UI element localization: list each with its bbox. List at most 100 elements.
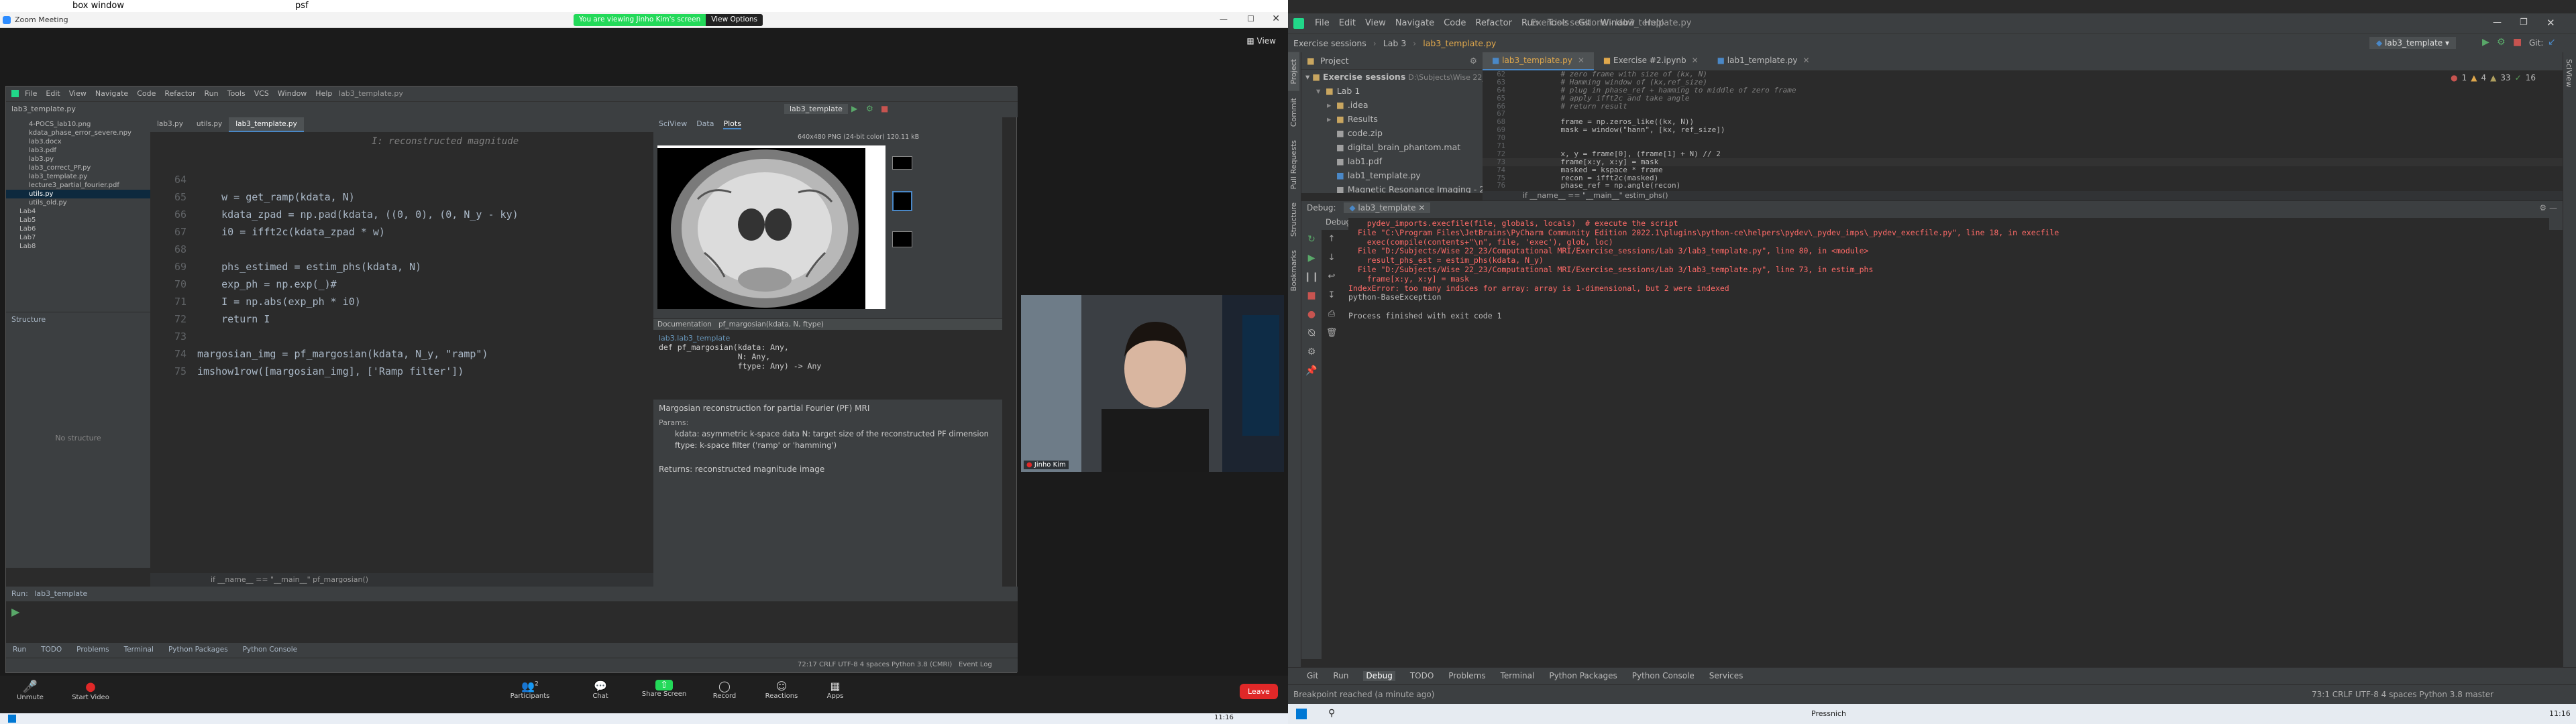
rerun-icon[interactable]: ↻: [1301, 230, 1322, 249]
shared-bottom-tab[interactable]: Python Console: [243, 646, 297, 655]
project-tree-item[interactable]: ■ lab1.pdf: [1305, 154, 1483, 168]
menu-file[interactable]: File: [1315, 18, 1330, 28]
reactions-button[interactable]: ☺ Reactions: [758, 680, 805, 700]
record-button[interactable]: ◯ Record: [708, 680, 741, 700]
shared-menu-refactor[interactable]: Refactor: [164, 89, 195, 98]
scroll-to-end-icon[interactable]: ↧: [1322, 286, 1342, 305]
settings-icon[interactable]: ⚙: [1301, 343, 1322, 361]
shared-tree-item[interactable]: lecture3_partial_fourier.pdf: [6, 181, 150, 190]
menu-code[interactable]: Code: [1444, 18, 1466, 28]
shared-tree-item[interactable]: lab3.py: [6, 155, 150, 164]
unmute-button[interactable]: 🎤 Unmute: [13, 680, 47, 701]
shared-bottom-tab[interactable]: TODO: [41, 646, 62, 655]
shared-tree-item[interactable]: kdata_phase_error_severe.npy: [6, 129, 150, 137]
shared-tree-item[interactable]: Lab6: [6, 225, 150, 233]
breadcrumb-item[interactable]: lab3_template.py: [1423, 38, 1496, 48]
shared-menu-file[interactable]: File: [25, 89, 37, 98]
debug-icon[interactable]: ⚙: [2497, 37, 2506, 48]
windows-start-icon[interactable]: [8, 715, 16, 723]
shared-menu-view[interactable]: View: [69, 89, 87, 98]
thumb-1[interactable]: [892, 156, 912, 170]
participants-button[interactable]: 👥2 Participants: [503, 680, 557, 700]
git-update-icon[interactable]: ↙: [2548, 37, 2556, 48]
shared-tree-item[interactable]: lab3.pdf: [6, 146, 150, 155]
view-breakpoints-icon[interactable]: ●: [1301, 305, 1322, 324]
shared-menu-tools[interactable]: Tools: [227, 89, 246, 98]
shared-tree-item[interactable]: 4-POCS_lab10.png: [6, 120, 150, 129]
shared-tab[interactable]: lab3_template.py: [229, 117, 304, 132]
stripe-button[interactable]: Project: [1288, 52, 1299, 91]
stop-icon[interactable]: ■: [881, 104, 888, 113]
editor-tab[interactable]: ■ lab1_template.py ✕: [1708, 52, 1819, 70]
up-arrow-icon[interactable]: ↑: [1322, 230, 1342, 249]
bottom-tab[interactable]: Services: [1709, 671, 1743, 681]
shared-bottom-tab[interactable]: Python Packages: [168, 646, 228, 655]
start-video-button[interactable]: ● Start Video: [67, 680, 114, 701]
chat-button[interactable]: 💬 Chat: [584, 680, 617, 700]
settings-gear-icon[interactable]: ⚙ —: [2539, 203, 2557, 213]
shared-bottom-tab[interactable]: Terminal: [124, 646, 154, 655]
shared-menu-vcs[interactable]: VCS: [254, 89, 269, 98]
shared-tree-item[interactable]: utils.py: [6, 190, 150, 198]
shared-tree-item[interactable]: Lab8: [6, 242, 150, 251]
project-tree-item[interactable]: ■ lab1_template.py: [1305, 168, 1483, 182]
debug-console[interactable]: pydev_imports.execfile(file, globals, lo…: [1348, 218, 2549, 660]
close-icon[interactable]: ✕: [1272, 13, 1280, 24]
shared-tree-item[interactable]: lab3_template.py: [6, 172, 150, 181]
resume-icon[interactable]: ▶: [1301, 249, 1322, 267]
thumb-3[interactable]: [892, 231, 912, 247]
bottom-tab[interactable]: Debug: [1363, 671, 1395, 681]
run-config-selector[interactable]: ◆ lab3_template ▾: [2369, 37, 2456, 49]
windows-start-icon[interactable]: [1296, 709, 1307, 719]
run-icon[interactable]: ▶: [2482, 37, 2489, 48]
rerun-icon[interactable]: ▶: [11, 605, 19, 618]
editor[interactable]: ● 1 ▲ 4 ▲ 33 ✓ 16 62 # zero frame with size …: [1483, 70, 2563, 191]
apps-button[interactable]: ▦ Apps: [818, 680, 852, 700]
shared-menu-help[interactable]: Help: [315, 89, 332, 98]
down-arrow-icon[interactable]: ↓: [1322, 249, 1342, 267]
shared-tree-item[interactable]: Lab5: [6, 216, 150, 225]
project-root[interactable]: ▾ ■ Exercise sessions D:\Subjects\Wise 2…: [1305, 70, 1483, 84]
shared-bottom-tab[interactable]: Run: [13, 646, 26, 655]
shared-run-config[interactable]: lab3_template: [784, 104, 848, 114]
shared-tree-item[interactable]: Lab4: [6, 207, 150, 216]
taskbar-app-label[interactable]: Pressnich: [1811, 709, 1846, 718]
participant-video[interactable]: ● Jinho Kim: [1021, 295, 1284, 472]
close-tab-icon[interactable]: ✕: [1803, 56, 1809, 65]
menu-navigate[interactable]: Navigate: [1395, 18, 1434, 28]
status-info[interactable]: 73:1 CRLF UTF-8 4 spaces Python 3.8 mast…: [2312, 690, 2493, 699]
project-tree-item[interactable]: ▾ ■ Lab 1: [1305, 84, 1483, 98]
shared-menu-window[interactable]: Window: [278, 89, 307, 98]
breadcrumb-item[interactable]: Lab 3: [1383, 38, 1407, 48]
sciview-tab[interactable]: Plots: [723, 119, 741, 129]
debug-session-tab[interactable]: ◆ lab3_template ✕: [1344, 202, 1431, 213]
editor-tab[interactable]: ■ lab3_template.py ✕: [1483, 52, 1594, 70]
shared-tree-item[interactable]: Lab7: [6, 233, 150, 242]
minimize-icon[interactable]: —: [2493, 17, 2502, 27]
bottom-tab[interactable]: Terminal: [1501, 671, 1535, 681]
restore-icon[interactable]: ❐: [2520, 17, 2528, 27]
bottom-tab[interactable]: Problems: [1448, 671, 1485, 681]
mri-brain-plot[interactable]: [657, 145, 885, 309]
stripe-button[interactable]: Pull Requests: [1288, 133, 1299, 196]
share-screen-button[interactable]: ⇧ Share Screen: [637, 680, 691, 698]
view-button[interactable]: ▦ View: [1246, 36, 1276, 46]
project-tree-item[interactable]: ▸ ■ Results: [1305, 112, 1483, 126]
sciview-tab[interactable]: SciView: [659, 119, 687, 129]
bottom-tab[interactable]: Python Packages: [1549, 671, 1617, 681]
thumb-2[interactable]: [892, 191, 912, 211]
run-icon[interactable]: ▶: [851, 104, 857, 113]
stripe-button[interactable]: Structure: [1288, 196, 1299, 243]
pause-icon[interactable]: ❙❙: [1301, 267, 1322, 286]
editor-tab[interactable]: ■ Exercise #2.ipynb ✕: [1594, 52, 1708, 70]
pin-icon[interactable]: 📌: [1301, 361, 1322, 380]
maximize-icon[interactable]: ☐: [1247, 14, 1254, 23]
menu-view[interactable]: View: [1365, 18, 1386, 28]
shared-menu-code[interactable]: Code: [137, 89, 156, 98]
shared-bottom-tab[interactable]: Problems: [76, 646, 109, 655]
stripe-button[interactable]: Bookmarks: [1288, 243, 1299, 298]
debug-icon[interactable]: ⚙: [866, 104, 873, 113]
stripe-button[interactable]: Commit: [1288, 91, 1299, 133]
minimize-icon[interactable]: —: [1220, 15, 1228, 24]
trash-icon[interactable]: 🗑: [1322, 324, 1342, 343]
